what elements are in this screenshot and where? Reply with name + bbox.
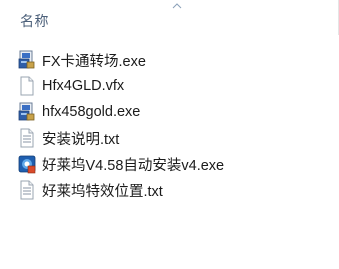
file-item[interactable]: 好莱坞特效位置.txt: [18, 178, 318, 202]
installer-exe-icon: [18, 102, 35, 121]
blank-file-icon: [20, 76, 34, 96]
file-item[interactable]: 安装说明.txt: [18, 126, 318, 150]
app-exe-icon: [18, 155, 36, 174]
installer-exe-icon: [18, 50, 35, 69]
file-item[interactable]: FX卡通转场.exe: [18, 48, 318, 72]
file-item[interactable]: hfx458gold.exe: [18, 100, 318, 124]
name-column-header[interactable]: 名称: [20, 11, 49, 31]
file-name: 好莱坞特效位置.txt: [42, 183, 163, 200]
sort-ascending-icon: [172, 3, 182, 9]
text-file-icon: [20, 128, 34, 148]
file-name: 安装说明.txt: [42, 131, 120, 148]
file-name: Hfx4GLD.vfx: [42, 78, 125, 94]
text-file-icon: [20, 180, 34, 200]
file-item[interactable]: Hfx4GLD.vfx: [18, 74, 318, 98]
file-name: hfx458gold.exe: [42, 104, 141, 120]
file-name: FX卡通转场.exe: [42, 53, 146, 70]
column-header-bar: 名称: [0, 0, 339, 35]
file-name: 好莱坞V4.58自动安装v4.exe: [42, 157, 225, 174]
file-item[interactable]: 好莱坞V4.58自动安装v4.exe: [18, 152, 318, 176]
